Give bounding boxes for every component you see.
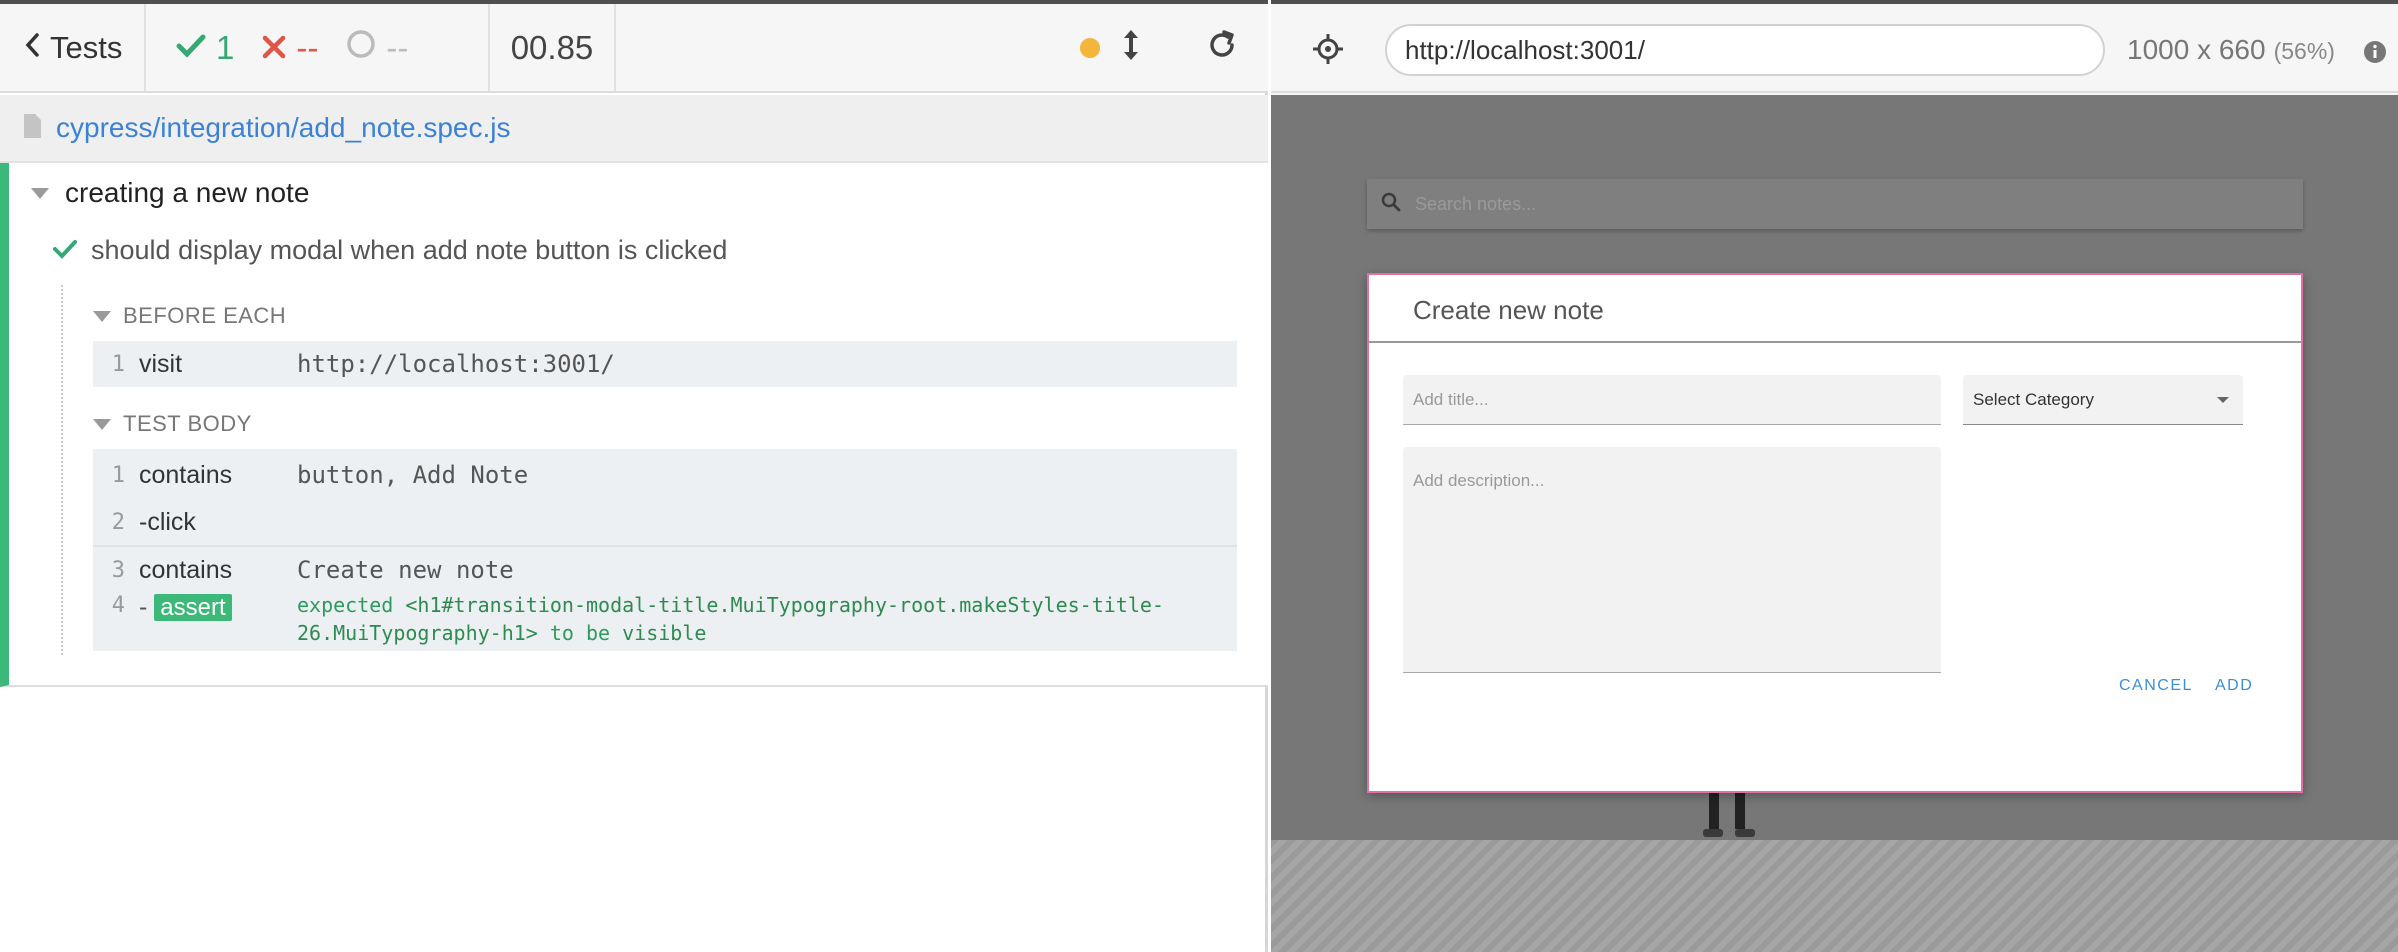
assert-message: expected <h1#transition-modal-title.MuiT… (297, 593, 1164, 645)
command-number: 3 (111, 557, 125, 583)
reporter-controls (1080, 4, 1268, 91)
app-preview: http://localhost:3001/ 1000 x 660 (56%) S… (1271, 0, 2398, 952)
command-number: 4 (111, 593, 125, 618)
dropdown-caret-icon (2217, 396, 2229, 403)
tests-label: Tests (50, 29, 123, 65)
command-name: visit (139, 349, 183, 378)
preview-toolbar: http://localhost:3001/ 1000 x 660 (56%) (1271, 0, 2398, 93)
test-title-row[interactable]: should display modal when add note butto… (53, 235, 727, 266)
crosshair-icon[interactable] (1311, 32, 1345, 71)
status-dot-icon (1080, 37, 1100, 58)
failed-stat: -- (262, 29, 318, 67)
hook-label: BEFORE EACH (123, 303, 287, 328)
hook-label: TEST BODY (123, 411, 252, 436)
search-icon (1381, 192, 1401, 217)
add-button[interactable]: ADD (2215, 677, 2253, 695)
command-number: 1 (111, 462, 125, 488)
command-name: contains (139, 555, 233, 584)
test-body-commands: 1 contains button, Add Note 2 -click 3 c… (93, 449, 1237, 651)
title-input[interactable]: Add title... (1403, 375, 1941, 425)
passed-stat: 1 (176, 29, 234, 67)
viewport-size: 1000 x 660 (56%) (2127, 34, 2335, 65)
command-name: -click (139, 507, 196, 536)
url-field[interactable]: http://localhost:3001/ (1385, 24, 2105, 76)
category-value: Select Category (1973, 389, 2094, 409)
hook-before-each[interactable]: BEFORE EACH (93, 303, 286, 329)
spec-file-bar: cypress/integration/add_note.spec.js (0, 95, 1268, 163)
collapse-triangle-icon (93, 418, 111, 430)
modal-title: Create new note (1413, 295, 1604, 325)
passed-count: 1 (216, 28, 235, 66)
command-row[interactable]: 2 -click (93, 501, 1237, 543)
before-each-commands: 1 visit http://localhost:3001/ (93, 341, 1237, 387)
assert-badge: assert (154, 594, 232, 621)
command-log: BEFORE EACH 1 visit http://localhost:300… (61, 285, 1239, 655)
reload-icon[interactable] (1206, 29, 1238, 66)
reporter-toolbar: Tests 1 -- -- 00.85 (0, 0, 1268, 93)
tests-button[interactable]: Tests (0, 4, 146, 91)
command-name: contains (139, 460, 233, 489)
command-row[interactable]: 3 contains Create new note (93, 549, 1237, 591)
description-input[interactable]: Add description... (1403, 447, 1941, 673)
viewport-background (1271, 840, 2398, 952)
command-name: - assert (139, 591, 297, 622)
check-icon (176, 29, 206, 67)
suite: creating a new note should display modal… (0, 163, 1268, 687)
reporter-panel: Tests 1 -- -- 00.85 cypress/integration/… (0, 0, 1268, 952)
search-bar[interactable]: Search notes... (1367, 179, 2303, 229)
cypress-runner: Tests 1 -- -- 00.85 cypress/integration/… (0, 0, 2398, 952)
check-icon (53, 235, 77, 266)
suite-title-row[interactable]: creating a new note (31, 177, 309, 209)
test-title: should display modal when add note butto… (91, 235, 728, 265)
suite-title: creating a new note (65, 177, 310, 208)
collapse-triangle-icon (93, 310, 111, 322)
collapse-triangle-icon (31, 187, 49, 199)
create-note-modal: Create new note Add title... Add descrip… (1367, 273, 2303, 793)
app-viewport: Search notes... Create new note Add titl… (1271, 95, 2398, 840)
category-select[interactable]: Select Category (1963, 375, 2243, 425)
illustration-legs (1695, 793, 1775, 843)
failed-count: -- (296, 28, 319, 66)
pending-count: -- (386, 28, 409, 66)
duration: 00.85 (490, 4, 616, 91)
pending-stat: -- (346, 29, 408, 67)
circle-pending-icon (346, 29, 376, 67)
file-icon (22, 113, 42, 144)
hook-test-body[interactable]: TEST BODY (93, 411, 252, 437)
cancel-button[interactable]: CANCEL (2119, 677, 2193, 695)
command-number: 2 (111, 509, 125, 535)
command-row-assert[interactable]: 4 - assert expected <h1#transition-modal… (93, 591, 1237, 647)
spec-file-link[interactable]: cypress/integration/add_note.spec.js (56, 112, 511, 144)
resize-icon[interactable] (1122, 28, 1140, 67)
modal-divider (1369, 341, 2301, 343)
chevron-left-icon (24, 30, 40, 66)
command-message: button, Add Note (297, 461, 529, 489)
command-row[interactable]: 1 visit http://localhost:3001/ (93, 341, 1237, 387)
info-icon[interactable] (2363, 40, 2387, 69)
command-message: http://localhost:3001/ (297, 350, 615, 378)
command-row[interactable]: 1 contains button, Add Note (93, 453, 1237, 497)
command-message: Create new note (297, 556, 514, 584)
search-placeholder: Search notes... (1415, 193, 1537, 214)
command-number: 1 (111, 351, 125, 377)
x-icon (262, 29, 286, 67)
stats: 1 -- -- (146, 4, 490, 91)
